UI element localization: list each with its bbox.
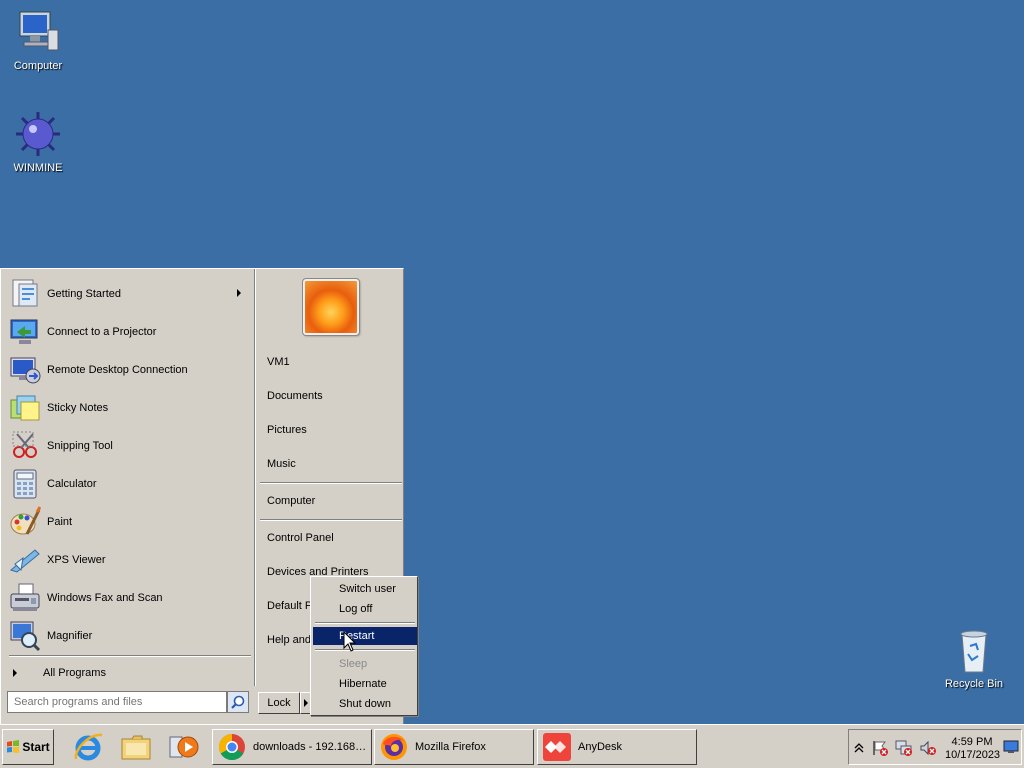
program-getting-started[interactable]: Getting Started [9,277,249,311]
start-label: Start [22,740,50,754]
show-hidden-icons-icon[interactable] [854,742,864,754]
program-label: Snipping Tool [47,440,113,452]
program-label: Connect to a Projector [47,326,157,338]
program-remote-desktop[interactable]: Remote Desktop Connection [9,353,249,387]
program-label: Windows Fax and Scan [47,592,163,604]
program-label: Paint [47,516,73,528]
firefox-icon [381,734,407,760]
clock[interactable]: 4:59 PM 10/17/2023 [945,736,1001,762]
right-item-help[interactable]: Help and [267,634,311,650]
user-picture[interactable] [302,278,360,336]
power-item-sleep: Sleep [339,658,368,670]
power-separator [315,622,415,624]
right-item-control-panel[interactable]: Control Panel [267,532,334,548]
xps-viewer-icon [9,549,40,573]
computer-icon [19,11,59,51]
start-button[interactable]: Start [2,729,54,765]
fax-scan-icon [10,583,40,611]
network-icon[interactable] [895,739,913,757]
program-label: Remote Desktop Connection [47,364,188,376]
all-programs-label: All Programs [43,667,106,679]
power-separator [315,649,415,651]
mouse-cursor-icon [343,631,357,652]
right-item-documents[interactable]: Documents [267,390,323,406]
program-paint[interactable]: Paint [9,505,249,539]
submenu-arrow-icon [237,289,241,297]
right-item-pictures[interactable]: Pictures [267,424,307,440]
search-button[interactable] [227,691,249,713]
desktop-icon-label: Recycle Bin [944,678,1004,690]
explorer-icon[interactable] [120,731,152,763]
internet-explorer-icon[interactable] [72,731,104,763]
show-desktop-icon[interactable] [1003,740,1019,754]
task-button-chrome[interactable]: downloads - 192.168… [212,729,372,765]
chrome-icon [218,733,245,761]
program-calculator[interactable]: Calculator [9,467,249,501]
power-item-restart[interactable]: Restart [313,627,417,645]
power-menu: Switch user Log off Restart Sleep Hibern… [310,576,418,716]
anydesk-icon [543,733,571,761]
task-button-firefox[interactable]: Mozilla Firefox [374,729,534,765]
program-xps-viewer[interactable]: XPS Viewer [9,543,249,577]
task-label: downloads - 192.168… [253,741,367,753]
task-label: Mozilla Firefox [415,741,486,753]
clock-date: 10/17/2023 [945,749,1001,761]
program-magnifier[interactable]: Magnifier [9,619,249,653]
mine-icon [16,112,60,156]
search-row [7,691,249,713]
desktop-icon-computer[interactable]: Computer [0,8,76,72]
paint-icon [10,506,41,535]
sticky-notes-icon [10,395,40,421]
programs-separator [9,655,251,657]
search-input[interactable] [7,691,227,713]
system-tray: 4:59 PM 10/17/2023 [848,729,1022,765]
recycle-bin-icon [960,630,988,673]
program-label: Magnifier [47,630,93,642]
desktop-icon-recycle-bin[interactable]: Recycle Bin [936,626,1012,690]
remote-desktop-icon [10,357,41,384]
program-fax-scan[interactable]: Windows Fax and Scan [9,581,249,615]
program-label: Getting Started [47,288,121,300]
snipping-tool-icon [12,431,37,458]
right-separator [260,482,402,484]
projector-icon [10,319,38,344]
desktop-icon-label: Computer [13,60,63,72]
power-item-switch-user[interactable]: Switch user [313,580,417,598]
media-player-icon[interactable] [168,731,200,763]
search-icon [231,695,245,709]
task-label: AnyDesk [578,741,623,753]
power-item-log-off[interactable]: Log off [313,600,417,618]
program-label: Sticky Notes [47,402,109,414]
getting-started-icon [12,279,38,307]
right-item-computer[interactable]: Computer [267,495,315,511]
task-button-anydesk[interactable]: AnyDesk [537,729,697,765]
desktop-icon-label: WINMINE [13,162,63,174]
desktop-icon-winmine[interactable]: WINMINE [0,110,76,174]
calculator-icon [13,469,37,499]
action-center-flag-icon[interactable] [871,739,889,757]
program-label: Calculator [47,478,97,490]
right-item-default-programs[interactable]: Default P [267,600,312,616]
taskbar: Start downloads - 192.168… Mozilla Firef… [0,724,1024,768]
clock-time: 4:59 PM [951,736,993,748]
power-item-shut-down[interactable]: Shut down [313,695,417,713]
windows-flag-icon [7,740,20,753]
right-item-user[interactable]: VM1 [267,356,290,372]
right-separator [260,519,402,521]
program-snipping-tool[interactable]: Snipping Tool [9,429,249,463]
program-connect-projector[interactable]: Connect to a Projector [9,315,249,349]
program-label: XPS Viewer [47,554,106,566]
all-programs-button[interactable]: All Programs [11,663,251,683]
start-menu-divider [254,269,256,686]
magnifier-icon [10,621,41,652]
lock-button[interactable]: Lock [258,692,300,714]
volume-muted-icon[interactable] [919,739,937,757]
right-item-music[interactable]: Music [267,458,296,474]
expand-arrow-icon [13,669,17,677]
program-sticky-notes[interactable]: Sticky Notes [9,391,249,425]
power-item-hibernate[interactable]: Hibernate [313,675,417,693]
